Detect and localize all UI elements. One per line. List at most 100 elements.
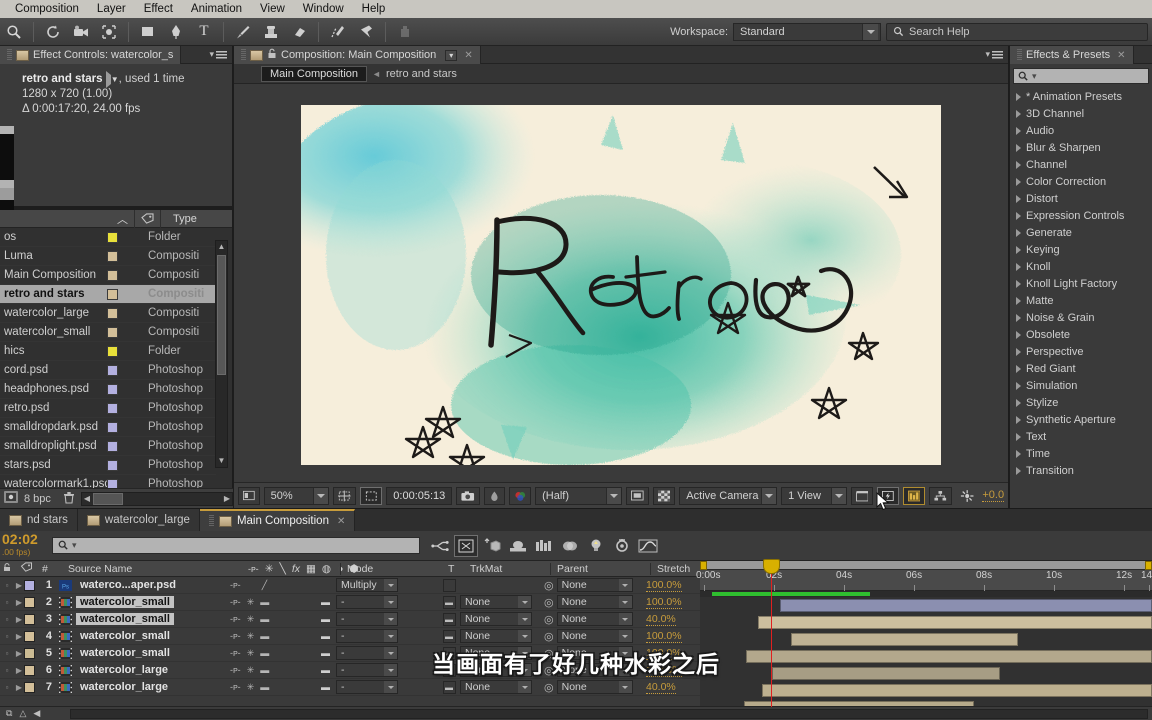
- composition-stage[interactable]: [234, 88, 1008, 482]
- clone-stamp-tool-icon[interactable]: [258, 20, 284, 44]
- effects-category-list[interactable]: * Animation Presets 3D Channel Audio Blur &…: [1010, 88, 1152, 479]
- label-column-icon[interactable]: [14, 562, 38, 575]
- effects-category-item[interactable]: Synthetic Aperture: [1010, 411, 1152, 428]
- project-column-type[interactable]: Type: [160, 209, 232, 228]
- motion-blur-toggle-icon[interactable]: ▬: [321, 682, 330, 692]
- panel-gripper-icon[interactable]: [1017, 49, 1022, 61]
- chevron-right-icon[interactable]: [1016, 211, 1021, 220]
- region-toggle-icon[interactable]: [626, 486, 649, 505]
- layer-source-name[interactable]: watercolor_small: [76, 596, 174, 608]
- layer-stretch-value[interactable]: 100.0%: [646, 630, 682, 643]
- timeline-search-input[interactable]: ▾: [52, 537, 420, 554]
- graph-editor-icon[interactable]: [636, 535, 660, 557]
- project-item[interactable]: hics Folder: [0, 342, 216, 361]
- always-preview-icon[interactable]: [238, 486, 260, 505]
- layer-switches[interactable]: -ᴘ- ✳ ▬ ▬: [230, 597, 330, 608]
- project-item[interactable]: Main Composition Compositi: [0, 266, 216, 285]
- hide-shy-layers-icon[interactable]: [506, 535, 530, 557]
- layer-switches[interactable]: -ᴘ- ╱: [230, 580, 330, 591]
- menu-item-view[interactable]: View: [251, 0, 294, 18]
- parent-pickwhip-icon[interactable]: ◎: [544, 630, 554, 643]
- project-horizontal-scrollbar[interactable]: ◀ ▶: [80, 491, 233, 506]
- tag-color-column-icon[interactable]: [134, 209, 160, 228]
- chevron-right-icon[interactable]: [1016, 313, 1021, 322]
- layer-lock-toggle[interactable]: ▫: [0, 598, 14, 607]
- panel-gripper-icon[interactable]: [208, 515, 214, 527]
- camera-view-select[interactable]: Active Camera: [679, 486, 778, 505]
- chevron-right-icon[interactable]: [1016, 449, 1021, 458]
- menu-item-help[interactable]: Help: [353, 0, 395, 18]
- panel-gripper-icon[interactable]: [241, 49, 246, 61]
- quality-toggle-icon[interactable]: ▬: [260, 614, 269, 624]
- layer-lock-toggle[interactable]: ▫: [0, 581, 14, 590]
- close-icon[interactable]: ✕: [464, 50, 472, 61]
- take-snapshot-icon[interactable]: [456, 486, 480, 505]
- comp-tab-dropdown-icon[interactable]: ▾: [445, 49, 458, 61]
- frame-blending-icon[interactable]: [532, 535, 556, 557]
- timeline-tab[interactable]: watercolor_large: [77, 509, 200, 531]
- layer-label-color[interactable]: [24, 630, 35, 642]
- bit-depth-label[interactable]: 8 bpc: [24, 493, 51, 505]
- chevron-right-icon[interactable]: [1016, 92, 1021, 101]
- shape-tool-icon[interactable]: [135, 20, 161, 44]
- timeline-layer-bar[interactable]: [762, 684, 1152, 697]
- chevron-right-icon[interactable]: [1016, 245, 1021, 254]
- tab-composition[interactable]: Composition: Main Composition ▾ ✕: [234, 46, 481, 64]
- expand-icon[interactable]: △: [19, 708, 26, 719]
- layer-label-color[interactable]: [24, 596, 35, 608]
- shy-toggle-icon[interactable]: -ᴘ-: [230, 682, 241, 692]
- chevron-right-icon[interactable]: [1016, 347, 1021, 356]
- layer-parent-select[interactable]: None: [556, 612, 633, 626]
- motion-blur-toggle-icon[interactable]: ▬: [321, 631, 330, 641]
- layer-stretch-value[interactable]: 40.0%: [646, 681, 676, 694]
- panel-menu-button[interactable]: ▾: [985, 46, 1008, 63]
- collapse-toggle-icon[interactable]: ✳: [247, 631, 255, 642]
- timeline-layer-row[interactable]: ▫ ▶ 3 watercolor_small -ᴘ- ✳ ▬ ▬ - ▬ None ◎ None 40.0…: [0, 611, 700, 628]
- layer-stretch-value[interactable]: 100.0%: [646, 596, 682, 609]
- chevron-right-icon[interactable]: [1016, 160, 1021, 169]
- timeline-layer-bar[interactable]: [758, 616, 1152, 629]
- timeline-layer-row[interactable]: ▫ ▶ 2 watercolor_small -ᴘ- ✳ ▬ ▬ - ▬ None ◎ None 100.…: [0, 594, 700, 611]
- timeline-toggle-icon[interactable]: [902, 486, 926, 505]
- exposure-value[interactable]: +0.0: [982, 489, 1005, 502]
- menu-item-window[interactable]: Window: [294, 0, 353, 18]
- layer-expand-arrow[interactable]: ▶: [14, 615, 24, 624]
- comp-flowchart-icon[interactable]: [929, 486, 952, 505]
- layer-expand-arrow[interactable]: ▶: [14, 581, 24, 590]
- effects-category-item[interactable]: * Animation Presets: [1010, 88, 1152, 105]
- brainstorm-icon[interactable]: [584, 535, 608, 557]
- effects-category-item[interactable]: Transition: [1010, 462, 1152, 479]
- layer-parent-select[interactable]: None: [556, 680, 633, 694]
- effects-category-item[interactable]: Red Giant: [1010, 360, 1152, 377]
- work-area-start-handle[interactable]: [700, 561, 707, 570]
- layer-expand-arrow[interactable]: ▶: [14, 683, 24, 692]
- breadcrumb-current[interactable]: Main Composition: [261, 65, 368, 82]
- layer-parent-select[interactable]: None: [556, 578, 633, 592]
- layer-stretch-value[interactable]: 100.0%: [646, 579, 682, 592]
- exposure-reset-icon[interactable]: [956, 487, 978, 505]
- layer-trkmat-select[interactable]: None: [460, 612, 532, 626]
- view-layout-select[interactable]: 1 View: [781, 486, 847, 505]
- layer-mode-select[interactable]: -: [336, 595, 398, 609]
- chevron-right-icon[interactable]: [1016, 143, 1021, 152]
- effects-category-item[interactable]: Time: [1010, 445, 1152, 462]
- chevron-right-icon[interactable]: [1016, 415, 1021, 424]
- close-icon[interactable]: ✕: [1117, 50, 1125, 61]
- project-item[interactable]: stars.psd Photoshop: [0, 456, 216, 475]
- layer-source-name[interactable]: watercolor_large: [76, 681, 172, 693]
- comp-lock-icon[interactable]: [267, 48, 277, 62]
- panel-menu-button[interactable]: ▾: [209, 46, 232, 63]
- close-icon[interactable]: ✕: [337, 516, 345, 527]
- effects-category-item[interactable]: 3D Channel: [1010, 105, 1152, 122]
- effects-category-item[interactable]: Matte: [1010, 292, 1152, 309]
- effects-category-item[interactable]: Color Correction: [1010, 173, 1152, 190]
- motion-blur-icon[interactable]: [558, 535, 582, 557]
- type-tool-icon[interactable]: T: [191, 20, 217, 44]
- magnify-tool-icon[interactable]: [1, 20, 27, 44]
- rotation-tool-icon[interactable]: [40, 20, 66, 44]
- scroll-left-arrow-icon[interactable]: ◀: [82, 494, 92, 503]
- project-item[interactable]: cord.psd Photoshop: [0, 361, 216, 380]
- scroll-down-arrow-icon[interactable]: ▼: [217, 456, 226, 466]
- draft-3d-icon[interactable]: [454, 534, 478, 557]
- region-of-interest-icon[interactable]: [359, 486, 383, 505]
